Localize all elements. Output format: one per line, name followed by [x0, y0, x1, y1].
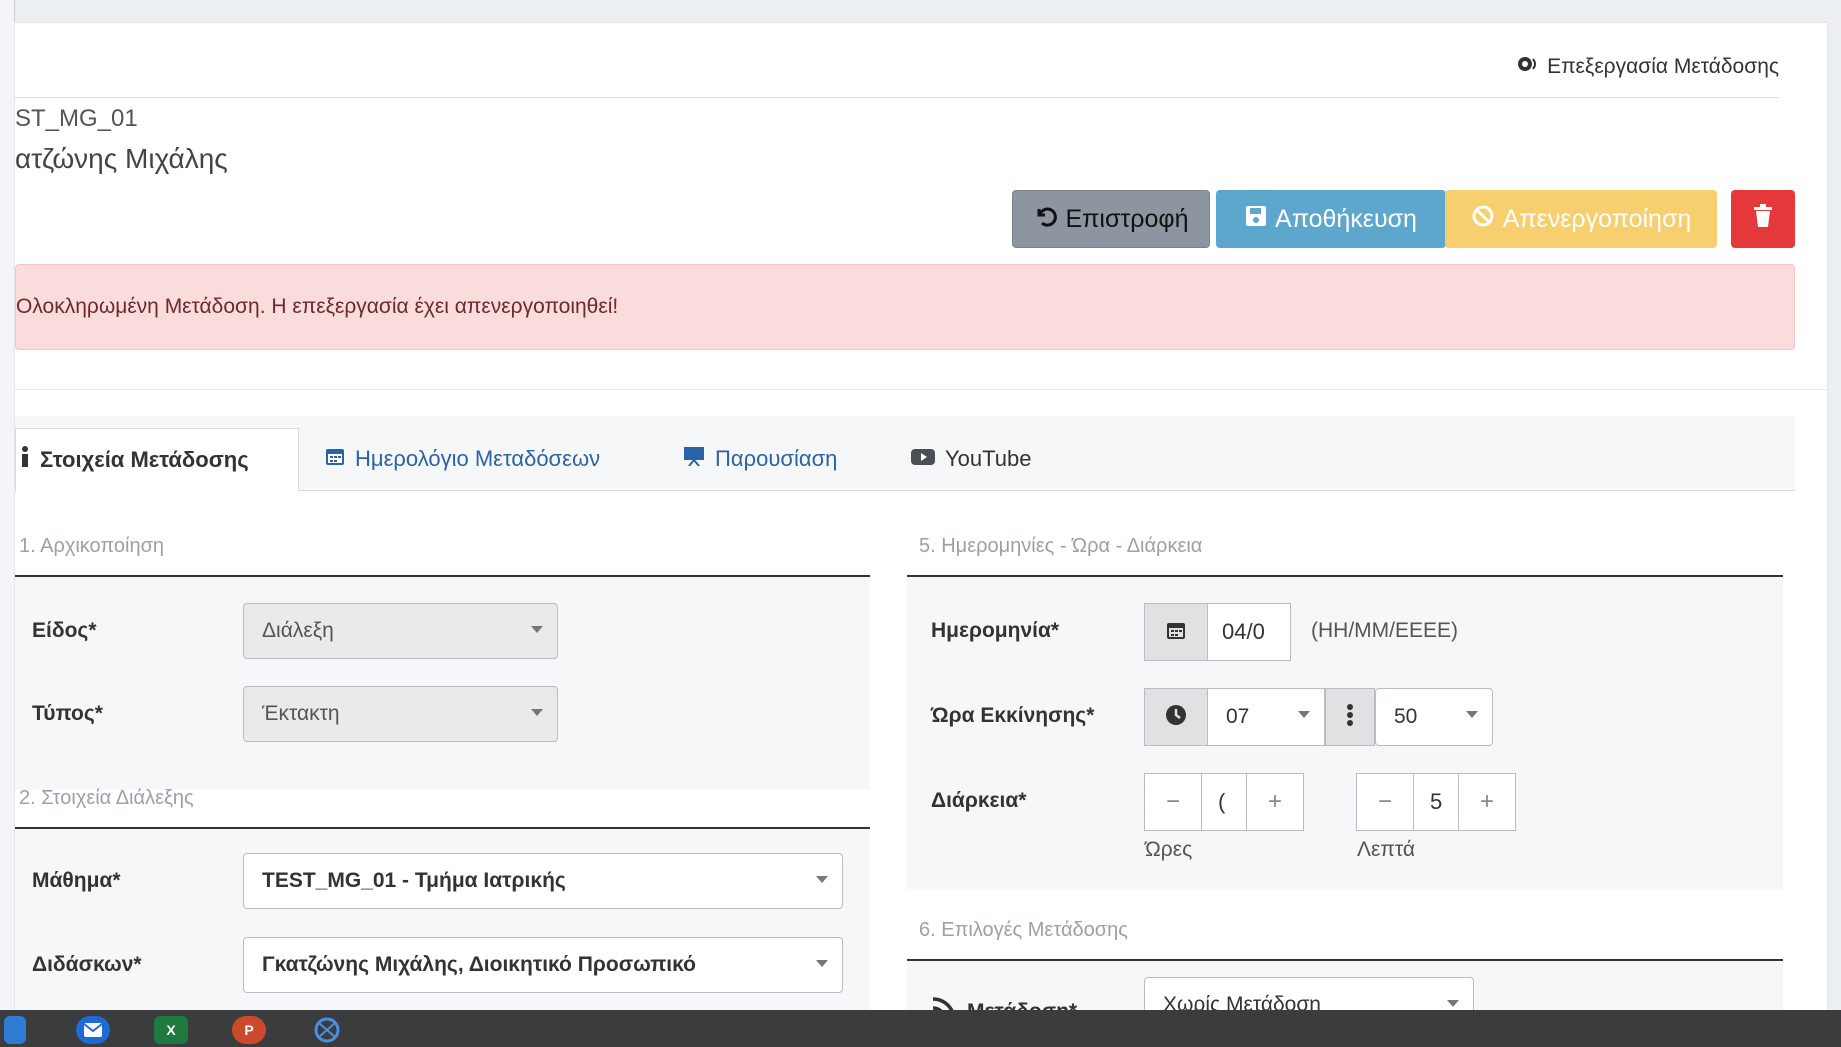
section-dates-title: 5. Ημερομηνίες - Ώρα - Διάρκεια [919, 535, 1203, 557]
info-icon [20, 446, 30, 474]
hour-value: 07 [1226, 705, 1250, 728]
date-value: 04/0 [1222, 619, 1265, 644]
course-label: Μάθημα* [32, 869, 121, 892]
hour-select[interactable]: 07 [1207, 688, 1325, 746]
floppy-disk-icon [1245, 205, 1267, 234]
disable-button[interactable]: Απενεργοποίηση [1445, 190, 1717, 248]
minutes-value: 5 [1430, 789, 1443, 814]
save-button-label: Αποθήκευση [1275, 204, 1417, 233]
broadcast-select[interactable]: Χωρίς Μετάδοση [1144, 977, 1474, 1011]
status-alert: Ολοκληρωμένη Μετάδοση. Η επεξεργασία έχε… [15, 264, 1795, 350]
network-taskbar-icon[interactable] [310, 1016, 344, 1044]
hours-caption: Ώρες [1145, 838, 1193, 861]
powerpoint-taskbar-icon[interactable]: P [232, 1016, 266, 1044]
chevron-down-icon [1447, 1000, 1459, 1007]
type-label: Τύπος* [32, 702, 103, 725]
kind-value: Διάλεξη [262, 619, 334, 642]
minute-select[interactable]: 50 [1375, 688, 1493, 746]
section-init-title: 1. Αρχικοποίηση [19, 535, 165, 557]
chevron-down-icon [1466, 711, 1478, 718]
hours-input[interactable]: ( [1201, 773, 1247, 831]
tab-youtube[interactable]: YouTube [911, 428, 1031, 490]
date-addon [1144, 603, 1208, 661]
date-input[interactable]: 04/0 [1207, 603, 1291, 661]
ellipsis-vertical-icon [1346, 703, 1354, 732]
type-select[interactable]: Έκτακτη [243, 686, 558, 742]
course-select[interactable]: TEST_MG_01 - Τμήμα Ιατρικής [243, 853, 843, 909]
divider [15, 97, 1779, 98]
tabs-bar: Στοιχεία Μετάδοσης Ημερολόγιο Μεταδόσεων… [15, 416, 1795, 492]
course-code: ST_MG_01 [15, 105, 138, 132]
calendar-icon [325, 446, 345, 472]
calendar-icon [1166, 620, 1186, 645]
colon-addon [1325, 688, 1375, 746]
section-lecture-title: 2. Στοιχεία Διάλεξης [19, 787, 194, 809]
teacher-select[interactable]: Γκατζώνης Μιχάλης, Διοικητικό Προσωπικό [243, 937, 843, 993]
tab-label: Ημερολόγιο Μεταδόσεων [355, 446, 601, 471]
tab-presentation[interactable]: Παρουσίαση [683, 428, 837, 490]
presentation-icon [683, 446, 705, 472]
tab-label: Στοιχεία Μετάδοσης [40, 447, 249, 472]
hours-increment-button[interactable]: + [1246, 773, 1304, 831]
youtube-icon [911, 446, 935, 472]
alert-text: Ολοκληρωμένη Μετάδοση. Η επεξεργασία έχε… [16, 295, 619, 318]
teacher-value: Γκατζώνης Μιχάλης, Διοικητικό Προσωπικό [262, 953, 696, 976]
chevron-down-icon [1298, 711, 1310, 718]
trash-icon [1753, 203, 1773, 235]
hours-value: ( [1218, 789, 1226, 814]
back-button[interactable]: Επιστροφή [1012, 190, 1210, 248]
delete-button[interactable] [1731, 190, 1795, 248]
date-format-hint: (ΗΗ/ΜΜ/ΕΕΕΕ) [1311, 619, 1458, 642]
tab-broadcast-details[interactable]: Στοιχεία Μετάδοσης [15, 428, 299, 492]
kind-select[interactable]: Διάλεξη [243, 603, 558, 659]
tab-label: Παρουσίαση [715, 446, 838, 471]
chevron-down-icon [816, 960, 828, 967]
excel-taskbar-icon[interactable]: X [154, 1016, 188, 1044]
course-value: TEST_MG_01 - Τμήμα Ιατρικής [262, 869, 566, 892]
browser-taskbar-icon[interactable] [4, 1016, 26, 1044]
back-button-label: Επιστροφή [1065, 204, 1189, 233]
chevron-down-icon [816, 876, 828, 883]
page-heading: Επεξεργασία Μετάδοσης [1517, 55, 1779, 79]
kind-label: Είδος* [32, 619, 97, 642]
hours-decrement-button[interactable]: − [1144, 773, 1202, 831]
minute-value: 50 [1394, 705, 1418, 728]
minutes-input[interactable]: 5 [1413, 773, 1459, 831]
duration-label: Διάρκεια* [931, 789, 1027, 812]
chevron-down-icon [531, 709, 543, 716]
broadcast-camera-icon [1517, 55, 1539, 79]
date-label: Ημερομηνία* [931, 619, 1060, 642]
page-heading-text: Επεξεργασία Μετάδοσης [1547, 55, 1779, 78]
undo-icon [1033, 204, 1058, 235]
tab-label: YouTube [945, 446, 1032, 471]
clock-icon [1165, 704, 1187, 731]
minutes-decrement-button[interactable]: − [1356, 773, 1414, 831]
minutes-caption: Λεπτά [1357, 838, 1416, 861]
section-options-title: 6. Επιλογές Μετάδοσης [919, 919, 1128, 941]
minutes-increment-button[interactable]: + [1458, 773, 1516, 831]
type-value: Έκτακτη [262, 702, 340, 725]
instructor-name: ατζώνης Μιχάλης [15, 143, 228, 174]
mail-taskbar-icon[interactable] [76, 1016, 110, 1044]
start-time-label: Ώρα Εκκίνησης* [931, 704, 1095, 727]
os-taskbar [0, 1010, 1841, 1047]
main-panel: Επεξεργασία Μετάδοσης ST_MG_01 ατζώνης Μ… [14, 22, 1828, 1012]
left-window-edge [0, 0, 15, 1010]
divider [15, 389, 1827, 390]
save-button[interactable]: Αποθήκευση [1216, 190, 1446, 248]
clock-addon [1144, 688, 1208, 746]
chevron-down-icon [531, 626, 543, 633]
teacher-label: Διδάσκων* [32, 953, 142, 976]
disable-button-label: Απενεργοποίηση [1502, 204, 1692, 233]
ban-icon [1471, 204, 1495, 235]
tab-broadcast-calendar[interactable]: Ημερολόγιο Μεταδόσεων [325, 428, 600, 490]
